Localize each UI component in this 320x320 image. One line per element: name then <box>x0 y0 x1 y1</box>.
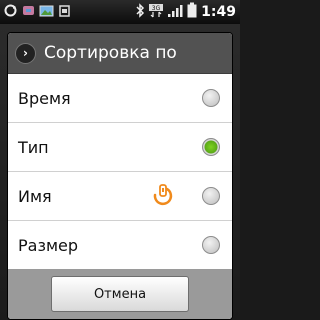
battery-icon <box>187 2 197 22</box>
dialog-title: Сортировка по <box>44 43 177 63</box>
picture-icon <box>39 3 54 22</box>
arrow-right-icon: › <box>15 42 36 64</box>
clock-time: 1:49 <box>201 4 236 20</box>
radio-button[interactable] <box>202 236 220 254</box>
touch-cursor-icon <box>152 184 174 212</box>
cancel-button[interactable]: Отмена <box>51 276 189 312</box>
sort-dialog: › Сортировка по Время Тип Имя Размер Отм… <box>8 33 232 319</box>
dialog-header: › Сортировка по <box>8 33 232 74</box>
radio-button[interactable] <box>202 89 220 107</box>
option-size[interactable]: Размер <box>8 221 232 269</box>
option-name[interactable]: Имя <box>8 172 232 221</box>
option-label: Размер <box>18 235 79 255</box>
dialog-footer: Отмена <box>8 269 232 319</box>
sync-icon <box>3 3 18 22</box>
usb-icon <box>21 3 36 22</box>
sort-options-list: Время Тип Имя Размер <box>8 74 232 269</box>
option-type[interactable]: Тип <box>8 123 232 172</box>
option-label: Имя <box>18 186 52 206</box>
status-bar: 3G 1:49 <box>0 0 240 24</box>
radio-button[interactable] <box>202 187 220 205</box>
android-debug-icon <box>57 3 72 22</box>
bluetooth-icon <box>135 2 145 22</box>
svg-text:3G: 3G <box>152 5 161 12</box>
option-label: Тип <box>18 137 49 157</box>
option-time[interactable]: Время <box>8 74 232 123</box>
radio-button-selected[interactable] <box>202 138 220 156</box>
signal-icon <box>167 3 183 22</box>
network-3g-icon: 3G <box>149 3 164 22</box>
option-label: Время <box>18 88 71 108</box>
